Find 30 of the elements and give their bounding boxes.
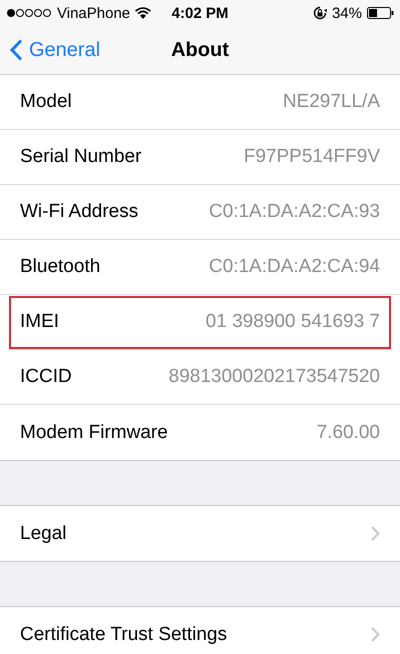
row-label: Serial Number	[20, 146, 142, 168]
row-value: 01 398900 541693 7	[206, 311, 380, 333]
rotation-lock-icon	[312, 6, 327, 20]
row-label: Model	[20, 91, 72, 113]
row-label: Certificate Trust Settings	[20, 624, 227, 646]
row-label: IMEI	[20, 311, 60, 333]
chevron-right-icon	[371, 526, 380, 541]
row-value: NE297LL/A	[282, 91, 380, 113]
chevron-right-icon	[371, 627, 380, 642]
row-value: F97PP514FF9V	[244, 146, 380, 168]
back-button[interactable]: General	[0, 38, 100, 62]
status-time: 4:02 PM	[172, 4, 228, 22]
row-label: Wi-Fi Address	[20, 201, 138, 223]
row-label: Modem Firmware	[20, 422, 168, 444]
battery-percentage: 34%	[332, 4, 362, 22]
settings-row[interactable]: Legal	[0, 506, 400, 561]
screen-title: About	[170, 38, 230, 62]
row-label: ICCID	[20, 366, 72, 388]
carrier-name: VinaPhone	[57, 4, 130, 22]
row-value: 89813000202173547520	[168, 366, 380, 388]
row-value: C0:1A:DA:A2:CA:94	[208, 256, 380, 278]
row-value: 7.60.00	[316, 422, 380, 444]
row-value: C0:1A:DA:A2:CA:93	[208, 201, 380, 223]
signal-icon	[6, 8, 52, 18]
back-chevron-icon	[10, 39, 23, 61]
battery-icon	[366, 7, 394, 19]
row-label: Bluetooth	[20, 256, 100, 278]
settings-row[interactable]: Certificate Trust Settings	[0, 607, 400, 654]
row-label: Legal	[20, 522, 66, 544]
wifi-icon	[135, 7, 152, 19]
